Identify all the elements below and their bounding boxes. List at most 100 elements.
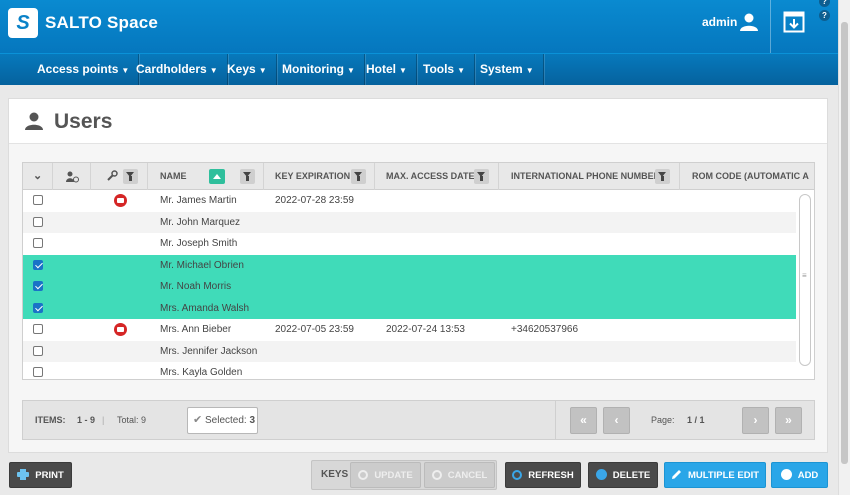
- col-key-expiration[interactable]: KEY EXPIRATION: [264, 163, 375, 190]
- chevron-down-icon: ▼: [258, 66, 267, 75]
- chevron-down-icon: ▼: [457, 66, 466, 75]
- next-page-button[interactable]: ›: [742, 407, 769, 434]
- main-nav: Access points ▼ Cardholders ▼ Keys ▼ Monito…: [0, 53, 838, 85]
- col-name-label: NAME: [160, 171, 187, 181]
- filter-icon[interactable]: [123, 169, 138, 184]
- table-row[interactable]: Mr. Noah Morris: [23, 276, 796, 298]
- printer-icon: [17, 469, 30, 480]
- selected-count-button[interactable]: ✔ Selected: 3: [187, 407, 258, 434]
- double-chevron-right-icon: »: [785, 413, 792, 427]
- title-bar: Users: [9, 99, 827, 144]
- row-checkbox[interactable]: [33, 281, 43, 291]
- col-key-expiration-label: KEY EXPIRATION: [275, 171, 351, 181]
- delete-button[interactable]: DELETE: [588, 462, 658, 488]
- select-all-toggle[interactable]: ⌄: [23, 163, 53, 190]
- cell-name: Mr. Michael Obrien: [160, 259, 244, 271]
- refresh-icon: [512, 470, 523, 480]
- cell-name: Mr. James Martin: [160, 195, 237, 206]
- items-range: 1 - 9: [77, 415, 96, 425]
- add-button[interactable]: ADD: [771, 462, 828, 488]
- row-checkbox[interactable]: [33, 259, 43, 270]
- cell-key-expiration: 2022-07-05 23:59: [275, 324, 354, 335]
- cell-name: Mr. John Marquez: [160, 216, 241, 228]
- row-checkbox[interactable]: [33, 216, 43, 227]
- cell-phone: +34620537966: [511, 324, 579, 335]
- wrench-icon: [107, 170, 118, 181]
- multiple-edit-label: MULTIPLE EDIT: [687, 470, 760, 481]
- table-row[interactable]: Mr. John Marquez: [23, 211, 796, 233]
- print-button[interactable]: PRINT: [9, 462, 72, 488]
- print-label: PRINT: [35, 470, 64, 481]
- filter-icon[interactable]: [474, 169, 489, 184]
- col-phone[interactable]: INTERNATIONAL PHONE NUMBER: [499, 163, 680, 190]
- sort-ascending-icon[interactable]: [209, 169, 225, 184]
- col-max-access-date[interactable]: MAX. ACCESS DATE: [375, 163, 499, 190]
- row-checkbox[interactable]: [33, 302, 43, 313]
- grid-vertical-scrollbar[interactable]: ≡: [797, 190, 814, 379]
- col-rom-code-label: ROM CODE (AUTOMATIC A: [692, 171, 809, 181]
- table-row[interactable]: Mrs. Ann Bieber 2022-07-05 23:59 2022-07…: [23, 319, 796, 341]
- filter-icon[interactable]: [240, 169, 255, 184]
- filter-icon[interactable]: [351, 169, 366, 184]
- row-checkbox[interactable]: [33, 345, 43, 356]
- logout-icon[interactable]: [783, 11, 805, 33]
- last-page-button[interactable]: »: [775, 407, 802, 434]
- add-label: ADD: [797, 470, 819, 481]
- nav-label: Tools: [423, 62, 455, 76]
- double-chevron-left-icon: «: [580, 413, 587, 427]
- table-row[interactable]: Mrs. Amanda Walsh: [23, 297, 796, 319]
- grid-footer: ITEMS: 1 - 9 | Total: 9 ✔ Selected: 3 « ‹…: [22, 400, 815, 440]
- col-name[interactable]: NAME: [148, 163, 264, 190]
- chevron-left-icon: ‹: [614, 413, 619, 427]
- help-icon[interactable]: ?: [819, 10, 830, 21]
- plus-circle-icon: [780, 469, 792, 480]
- table-row[interactable]: Mr. Joseph Smith: [23, 233, 796, 255]
- grid-vertical-scroll-thumb[interactable]: [799, 194, 811, 366]
- cancel-button[interactable]: CANCEL: [424, 462, 495, 488]
- table-row[interactable]: Mr. Michael Obrien: [23, 254, 796, 276]
- row-checkbox[interactable]: [33, 324, 43, 334]
- row-checkbox[interactable]: [33, 195, 43, 205]
- col-user-status[interactable]: [53, 163, 91, 190]
- refresh-button[interactable]: REFRESH: [505, 462, 581, 488]
- user-status-icon: [66, 171, 79, 183]
- col-max-access-date-label: MAX. ACCESS DATE: [386, 171, 475, 181]
- nav-system[interactable]: System ▼: [471, 54, 544, 85]
- table-row[interactable]: Mrs. Kayla Golden: [23, 362, 796, 379]
- chevron-down-icon: ▼: [525, 66, 534, 75]
- nav-cardholders[interactable]: Cardholders ▼: [127, 54, 228, 85]
- top-header: S SALTO Space admin: [0, 0, 838, 53]
- table-row[interactable]: Mr. James Martin 2022-07-28 23:59: [23, 190, 796, 212]
- col-rom-code[interactable]: ROM CODE (AUTOMATIC A: [680, 163, 814, 190]
- user-icon[interactable]: [739, 12, 759, 32]
- user-name[interactable]: admin: [702, 15, 737, 29]
- page-scrollbar[interactable]: [838, 0, 850, 495]
- col-key[interactable]: [91, 163, 148, 190]
- cell-name: Mrs. Ann Bieber: [160, 324, 232, 335]
- update-button[interactable]: UPDATE: [350, 462, 421, 488]
- scroll-grip-icon: ≡: [802, 271, 807, 280]
- nav-access-points[interactable]: Access points ▼: [28, 54, 140, 85]
- row-checkbox[interactable]: [33, 238, 43, 248]
- nav-hotel[interactable]: Hotel ▼: [357, 54, 417, 85]
- filter-icon[interactable]: [655, 169, 670, 184]
- nav-keys[interactable]: Keys ▼: [218, 54, 277, 85]
- nav-monitoring[interactable]: Monitoring ▼: [273, 54, 365, 85]
- salto-logo: S: [8, 8, 38, 38]
- total-count: Total: 9: [117, 415, 147, 425]
- cell-name: Mrs. Kayla Golden: [160, 367, 243, 378]
- refresh-icon: [358, 470, 369, 480]
- prev-page-button[interactable]: ‹: [603, 407, 630, 434]
- row-checkbox[interactable]: [33, 367, 43, 377]
- first-page-button[interactable]: «: [570, 407, 597, 434]
- pager-divider: [555, 401, 556, 439]
- page-label: Page:: [651, 415, 675, 425]
- multiple-edit-button[interactable]: MULTIPLE EDIT: [664, 462, 766, 488]
- table-row[interactable]: Mrs. Jennifer Jackson: [23, 340, 796, 362]
- delete-label: DELETE: [612, 470, 651, 481]
- cell-name: Mrs. Amanda Walsh: [160, 302, 250, 314]
- cell-key-expiration: 2022-07-28 23:59: [275, 195, 354, 206]
- page-scrollbar-thumb[interactable]: [841, 22, 848, 464]
- grid-header: ⌄ NAME KEY EXPIRATION MAX. ACCESS DATE I…: [23, 163, 814, 190]
- nav-tools[interactable]: Tools ▼: [414, 54, 476, 85]
